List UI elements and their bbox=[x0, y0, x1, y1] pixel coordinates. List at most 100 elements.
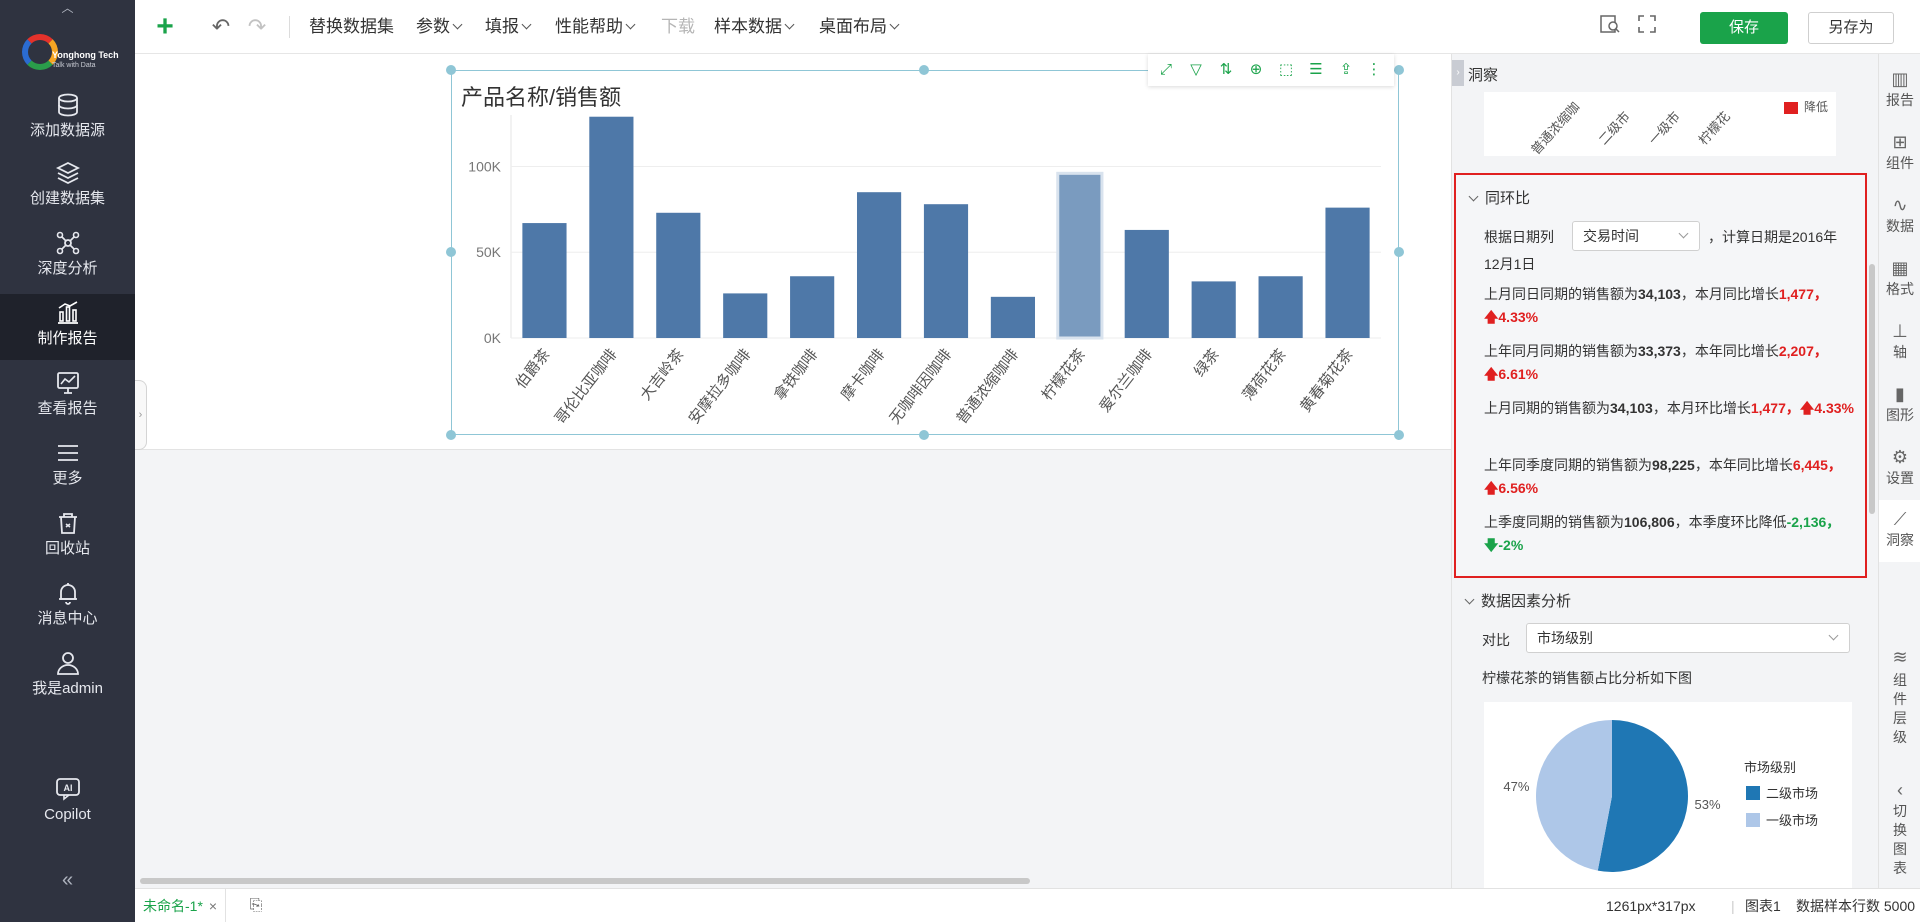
menu-icon bbox=[57, 445, 78, 461]
sidebar-item-user[interactable]: 我是admin bbox=[0, 650, 135, 718]
bar[interactable] bbox=[1191, 281, 1236, 338]
shape-chart-icon: ▮ bbox=[1895, 384, 1905, 404]
new-sheet-icon[interactable]: ⎘ bbox=[245, 895, 267, 917]
export-icon[interactable]: ⇪ bbox=[1334, 58, 1358, 82]
menu-perf-help[interactable]: 性能帮助 bbox=[555, 0, 636, 54]
insight-mid: ，本季度环比降低 bbox=[1674, 514, 1787, 530]
menu-desktop-layout[interactable]: 桌面布局 bbox=[819, 0, 900, 54]
date-column-select[interactable]: 交易时间 bbox=[1572, 221, 1700, 251]
yoy-title[interactable]: 同环比 bbox=[1468, 187, 1530, 208]
zoom-in-icon[interactable]: ⊕ bbox=[1244, 58, 1268, 82]
bar[interactable] bbox=[1124, 229, 1169, 338]
tab-shape[interactable]: ▮ 图形 bbox=[1879, 383, 1920, 425]
resize-handle[interactable] bbox=[446, 430, 456, 440]
tab-insight[interactable]: ⟋ 洞察 bbox=[1879, 500, 1920, 562]
select-icon[interactable]: ⬚ bbox=[1274, 58, 1298, 82]
bar[interactable] bbox=[1056, 171, 1104, 340]
redo-icon[interactable]: ↷ bbox=[243, 13, 271, 41]
bar[interactable] bbox=[1258, 276, 1303, 338]
sidebar-item-create-dataset[interactable]: 创建数据集 bbox=[0, 160, 135, 228]
yoy-insight-line: 上年同季度同期的销售额为98,225，本年同比增长6,445， 🡅6.56% bbox=[1484, 454, 1859, 500]
tab-axis[interactable]: ⊥ 轴 bbox=[1879, 320, 1920, 362]
tab-data[interactable]: ∿ 数据 bbox=[1879, 194, 1920, 236]
collapse-panel-icon[interactable]: › bbox=[1452, 60, 1464, 86]
bar[interactable] bbox=[656, 212, 701, 338]
menu-download[interactable]: 下载 bbox=[661, 0, 695, 54]
collapse-up-icon[interactable]: ︿ bbox=[0, 0, 135, 18]
sidebar-item-view-report[interactable]: 查看报告 bbox=[0, 370, 135, 438]
undo-icon[interactable]: ↶ bbox=[207, 13, 235, 41]
resize-handle[interactable] bbox=[919, 65, 929, 75]
insight-value: 33,373 bbox=[1638, 343, 1681, 359]
insight-diff: 1,477， bbox=[1778, 286, 1828, 302]
chevron-left-icon[interactable]: ‹ bbox=[1879, 779, 1920, 801]
bar[interactable] bbox=[1325, 207, 1370, 338]
close-icon[interactable]: × bbox=[209, 898, 217, 914]
sidebar-item-more[interactable]: 更多 bbox=[0, 440, 135, 508]
menu-fill[interactable]: 填报 bbox=[485, 0, 532, 54]
compare-select[interactable]: 市场级别 bbox=[1526, 623, 1850, 653]
layers-icon[interactable]: ≋ bbox=[1879, 646, 1920, 668]
bar[interactable] bbox=[856, 192, 902, 338]
x-tick-label: 绿茶 bbox=[1191, 346, 1223, 380]
tab-report[interactable]: ▥ 报告 bbox=[1879, 68, 1920, 110]
menu-params[interactable]: 参数 bbox=[416, 0, 463, 54]
bar[interactable] bbox=[790, 276, 835, 338]
resize-handle[interactable] bbox=[919, 430, 929, 440]
menu-sample-data[interactable]: 样本数据 bbox=[714, 0, 795, 54]
bar-chart[interactable]: 0K 50K 100K 伯爵茶哥伦比亚咖啡 大吉岭茶安摩拉多咖啡 拿铁咖啡 摩卡咖啡无咖啡因… bbox=[451, 100, 1399, 430]
user-icon bbox=[56, 652, 79, 675]
sidebar-item-deep-analysis[interactable]: 深度分析 bbox=[0, 230, 135, 298]
resize-handle[interactable] bbox=[1394, 65, 1404, 75]
expand-icon[interactable]: ⤢ bbox=[1154, 58, 1178, 82]
y-tick-label: 50K bbox=[476, 244, 502, 260]
left-sidebar: ︿ Yonghong Tech Talk with Data 添加数据源 创建数… bbox=[0, 0, 135, 922]
chart-toolbar: ⤢ ▽ ⇅ ⊕ ⬚ ☰ ⇪ ⋮ bbox=[1148, 54, 1394, 86]
menu-replace-dataset[interactable]: 替换数据集 bbox=[309, 0, 394, 54]
more-vertical-icon[interactable]: ⋮ bbox=[1362, 58, 1386, 82]
bar[interactable] bbox=[522, 223, 567, 338]
tab-switch-chart[interactable]: 切 换 图 表 bbox=[1879, 802, 1920, 878]
sidebar-item-message-center[interactable]: 消息中心 bbox=[0, 580, 135, 648]
sidebar-item-recycle-bin[interactable]: 回收站 bbox=[0, 510, 135, 578]
pie-slice[interactable] bbox=[1536, 720, 1612, 871]
insight-prefix: 上年同季度同期的销售额为 bbox=[1484, 457, 1652, 473]
resize-handle[interactable] bbox=[1394, 430, 1404, 440]
sidebar-item-make-report[interactable]: 制作报告 bbox=[0, 294, 135, 360]
add-icon[interactable]: + bbox=[151, 12, 179, 42]
tab-format[interactable]: ▦ 格式 bbox=[1879, 257, 1920, 299]
insight-icon: ⟋ bbox=[1893, 509, 1907, 529]
yonghong-logo: Yonghong Tech Talk with Data bbox=[22, 32, 122, 76]
drill-icon[interactable]: ⇅ bbox=[1214, 58, 1238, 82]
pie-chart[interactable]: 53% 47% 市场级别二级市场一级市场 bbox=[1484, 702, 1852, 888]
bar[interactable] bbox=[589, 116, 634, 338]
save-button[interactable]: 保存 bbox=[1700, 12, 1788, 44]
tab-settings[interactable]: ⚙ 设置 bbox=[1879, 446, 1920, 488]
canvas-empty-area[interactable] bbox=[135, 450, 1451, 888]
bar[interactable] bbox=[990, 296, 1036, 338]
sidebar-item-copilot[interactable]: AI Copilot bbox=[0, 776, 135, 844]
expand-panel-handle[interactable]: › bbox=[135, 380, 147, 450]
tab-component-layers[interactable]: 组 件 层 级 bbox=[1879, 671, 1920, 747]
bar[interactable] bbox=[923, 204, 969, 338]
save-as-button[interactable]: 另存为 bbox=[1808, 12, 1894, 44]
fullscreen-icon[interactable] bbox=[1633, 13, 1661, 41]
sidebar-item-add-datasource[interactable]: 添加数据源 bbox=[0, 92, 135, 160]
insight-percent: 🡅6.56% bbox=[1484, 480, 1539, 496]
factor-analysis-title[interactable]: 数据因素分析 bbox=[1464, 590, 1571, 611]
tab-component[interactable]: ⊞ 组件 bbox=[1879, 131, 1920, 173]
list-icon[interactable]: ☰ bbox=[1304, 58, 1328, 82]
chart-name: 图表1 bbox=[1745, 898, 1781, 914]
insight-mid: ，本月同比增长 bbox=[1680, 286, 1779, 302]
horizontal-scrollbar[interactable] bbox=[140, 878, 1030, 884]
tab-untitled[interactable]: 未命名-1* × bbox=[135, 889, 227, 922]
preview-search-icon[interactable] bbox=[1596, 13, 1624, 41]
yoy-section: 同环比 根据日期列 交易时间 ，计算日期是2016年 12月1日 上月同日同期的… bbox=[1454, 173, 1867, 578]
legend-label: 降低 bbox=[1804, 100, 1829, 114]
vertical-scrollbar[interactable] bbox=[1869, 264, 1875, 514]
filter-icon[interactable]: ▽ bbox=[1184, 58, 1208, 82]
resize-handle[interactable] bbox=[446, 65, 456, 75]
collapse-sidebar-icon[interactable]: « bbox=[0, 869, 135, 892]
report-icon: ▥ bbox=[1891, 69, 1909, 89]
bar[interactable] bbox=[723, 293, 768, 338]
